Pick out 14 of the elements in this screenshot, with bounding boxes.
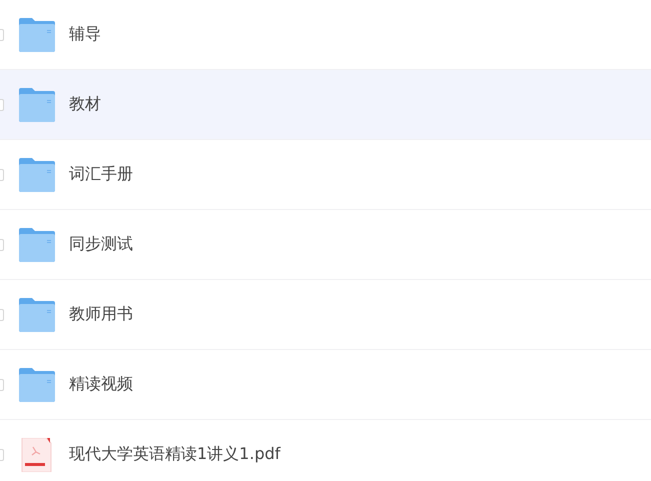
folder-icon xyxy=(19,88,55,122)
file-name[interactable]: 精读视频 xyxy=(69,374,133,395)
file-name[interactable]: 辅导 xyxy=(69,24,101,45)
folder-icon xyxy=(19,368,55,402)
file-name[interactable]: 教师用书 xyxy=(69,304,133,325)
folder-icon xyxy=(19,158,55,192)
file-name[interactable]: 现代大学英语精读1讲义1.pdf xyxy=(69,444,280,465)
folder-icon xyxy=(19,298,55,332)
file-name[interactable]: 教材 xyxy=(69,94,101,115)
folder-icon xyxy=(19,18,55,52)
file-name[interactable]: 词汇手册 xyxy=(69,164,133,185)
file-row-highlighted[interactable]: 教材 xyxy=(0,70,651,140)
file-name[interactable]: 同步测试 xyxy=(69,234,133,255)
folder-icon xyxy=(19,228,55,262)
